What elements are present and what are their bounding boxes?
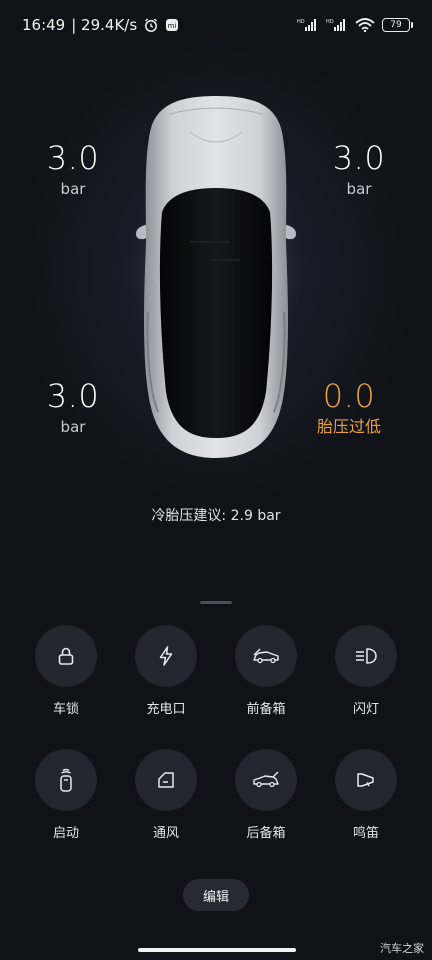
headlight-icon bbox=[356, 648, 377, 664]
control-horn-label: 鸣笛 bbox=[352, 826, 379, 841]
tire-rear-right-value: 0.0 bbox=[322, 377, 376, 415]
rear-trunk-icon bbox=[253, 771, 279, 788]
control-horn[interactable]: 鸣笛 bbox=[316, 749, 416, 843]
front-trunk-icon bbox=[253, 648, 279, 664]
control-charge-port-button[interactable] bbox=[135, 625, 197, 687]
battery-level: 79 bbox=[390, 20, 402, 30]
signal-icon: HD bbox=[297, 18, 319, 32]
control-rear-trunk-button[interactable] bbox=[235, 749, 297, 811]
tire-front-right-unit: bar bbox=[346, 180, 372, 198]
control-rear-trunk-label: 后备箱 bbox=[246, 826, 286, 841]
watermark: 汽车之家 bbox=[380, 942, 424, 955]
tire-front-left-unit: bar bbox=[60, 180, 86, 198]
lock-icon bbox=[58, 647, 74, 665]
tire-rear-right: 0.0 胎压过低 bbox=[294, 376, 404, 438]
control-flash-lights-button[interactable] bbox=[335, 625, 397, 687]
battery-icon: 79 bbox=[382, 18, 413, 32]
charge-bolt-icon bbox=[159, 646, 173, 666]
control-start-button[interactable] bbox=[35, 749, 97, 811]
car-key-icon bbox=[60, 768, 72, 792]
drag-handle[interactable] bbox=[200, 601, 232, 604]
alarm-icon bbox=[143, 17, 159, 33]
signal-hd-label-2: HD bbox=[326, 19, 334, 25]
wifi-icon bbox=[355, 18, 375, 32]
control-horn-button[interactable] bbox=[335, 749, 397, 811]
control-ventilation[interactable]: 通风 bbox=[116, 749, 216, 843]
control-lock[interactable]: 车锁 bbox=[16, 625, 116, 719]
horn-icon bbox=[357, 773, 374, 787]
control-front-trunk[interactable]: 前备箱 bbox=[216, 625, 316, 719]
tire-front-left: 3.0 bar bbox=[18, 138, 128, 200]
window-vent-icon bbox=[158, 772, 174, 788]
tire-rear-left-value: 3.0 bbox=[46, 377, 100, 415]
cold-tire-pressure-advice: 冷胎压建议: 2.9 bar bbox=[151, 508, 281, 524]
notification-icon: mi bbox=[165, 18, 179, 32]
control-charge-port[interactable]: 充电口 bbox=[116, 625, 216, 719]
control-start-label: 启动 bbox=[52, 826, 79, 841]
notification-badge-text: mi bbox=[168, 22, 177, 30]
tire-front-right-value: 3.0 bbox=[332, 139, 386, 177]
edit-button[interactable]: 编辑 bbox=[183, 879, 249, 911]
control-start[interactable]: 启动 bbox=[16, 749, 116, 843]
quick-controls-grid: 车锁 充电口 前备箱 闪灯 启动 通风 后备箱 鸣笛 bbox=[16, 625, 416, 843]
control-flash-lights[interactable]: 闪灯 bbox=[316, 625, 416, 719]
tire-front-right: 3.0 bar bbox=[304, 138, 414, 200]
control-lock-button[interactable] bbox=[35, 625, 97, 687]
signal-icon-2: HD bbox=[326, 18, 348, 32]
car-top-view-image bbox=[136, 96, 296, 458]
control-rear-trunk[interactable]: 后备箱 bbox=[216, 749, 316, 843]
signal-hd-label: HD bbox=[297, 19, 305, 25]
tire-rear-left-unit: bar bbox=[60, 418, 86, 436]
control-charge-port-label: 充电口 bbox=[146, 702, 186, 717]
network-speed: | 29.4K/s bbox=[71, 16, 138, 34]
control-flash-lights-label: 闪灯 bbox=[352, 702, 379, 717]
control-lock-label: 车锁 bbox=[52, 702, 79, 717]
control-ventilation-label: 通风 bbox=[152, 826, 179, 841]
tire-rear-right-status: 胎压过低 bbox=[316, 417, 381, 436]
control-front-trunk-label: 前备箱 bbox=[246, 702, 286, 717]
home-indicator[interactable] bbox=[138, 948, 296, 952]
tire-rear-left: 3.0 bar bbox=[18, 376, 128, 438]
control-front-trunk-button[interactable] bbox=[235, 625, 297, 687]
clock: 16:49 bbox=[22, 16, 66, 34]
control-ventilation-button[interactable] bbox=[135, 749, 197, 811]
tire-front-left-value: 3.0 bbox=[46, 139, 100, 177]
